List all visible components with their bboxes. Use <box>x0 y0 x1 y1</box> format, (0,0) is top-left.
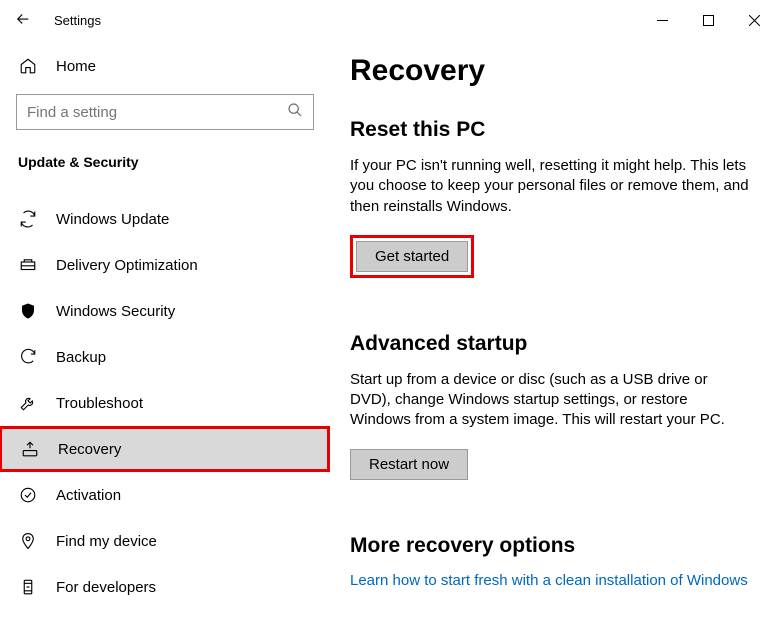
shield-icon <box>18 302 38 320</box>
sidebar-item-label: For developers <box>56 579 156 596</box>
titlebar: Settings <box>0 0 777 40</box>
main-panel: Recovery Reset this PC If your PC isn't … <box>330 40 777 634</box>
sidebar-item-label: Windows Update <box>56 211 169 228</box>
back-button[interactable] <box>14 10 34 30</box>
search-box[interactable] <box>16 94 314 130</box>
close-button[interactable] <box>731 0 777 40</box>
sidebar-item-label: Activation <box>56 487 121 504</box>
sidebar: Home Update & Security Windows Update De… <box>0 40 330 634</box>
content-area: Home Update & Security Windows Update De… <box>0 40 777 634</box>
sidebar-item-delivery-optimization[interactable]: Delivery Optimization <box>0 242 330 288</box>
reset-section-text: If your PC isn't running well, resetting… <box>350 156 751 217</box>
sidebar-item-label: Recovery <box>58 441 121 458</box>
sidebar-item-label: Backup <box>56 349 106 366</box>
sidebar-item-activation[interactable]: Activation <box>0 472 330 518</box>
sidebar-item-recovery[interactable]: Recovery <box>0 426 330 472</box>
advanced-section-text: Start up from a device or disc (such as … <box>350 370 751 431</box>
more-options-title: More recovery options <box>350 534 751 558</box>
sync-icon <box>18 210 38 228</box>
check-circle-icon <box>18 486 38 504</box>
home-icon <box>18 57 38 75</box>
developers-icon <box>18 578 38 596</box>
sidebar-item-label: Delivery Optimization <box>56 257 198 274</box>
window-controls <box>639 0 777 40</box>
sidebar-item-troubleshoot[interactable]: Troubleshoot <box>0 380 330 426</box>
sidebar-item-find-my-device[interactable]: Find my device <box>0 518 330 564</box>
restart-now-button[interactable]: Restart now <box>350 449 468 480</box>
minimize-button[interactable] <box>639 0 685 40</box>
sidebar-item-label: Troubleshoot <box>56 395 143 412</box>
reset-section-title: Reset this PC <box>350 118 751 142</box>
search-icon <box>287 102 303 123</box>
sidebar-item-windows-update[interactable]: Windows Update <box>0 196 330 242</box>
sidebar-item-backup[interactable]: Backup <box>0 334 330 380</box>
learn-fresh-install-link[interactable]: Learn how to start fresh with a clean in… <box>350 572 748 589</box>
sidebar-item-label: Windows Security <box>56 303 175 320</box>
backup-icon <box>18 348 38 366</box>
home-label: Home <box>56 58 96 75</box>
location-icon <box>18 532 38 550</box>
category-header: Update & Security <box>0 146 330 176</box>
sidebar-item-for-developers[interactable]: For developers <box>0 564 330 610</box>
get-started-button[interactable]: Get started <box>356 241 468 272</box>
recovery-icon <box>20 440 40 458</box>
page-title: Recovery <box>350 54 751 88</box>
sidebar-item-label: Find my device <box>56 533 157 550</box>
delivery-icon <box>18 256 38 274</box>
home-button[interactable]: Home <box>0 44 330 88</box>
sidebar-item-windows-security[interactable]: Windows Security <box>0 288 330 334</box>
wrench-icon <box>18 394 38 412</box>
highlight-annotation: Get started <box>350 235 474 278</box>
window-title: Settings <box>54 13 639 28</box>
search-input[interactable] <box>27 104 287 121</box>
advanced-section-title: Advanced startup <box>350 332 751 356</box>
maximize-button[interactable] <box>685 0 731 40</box>
